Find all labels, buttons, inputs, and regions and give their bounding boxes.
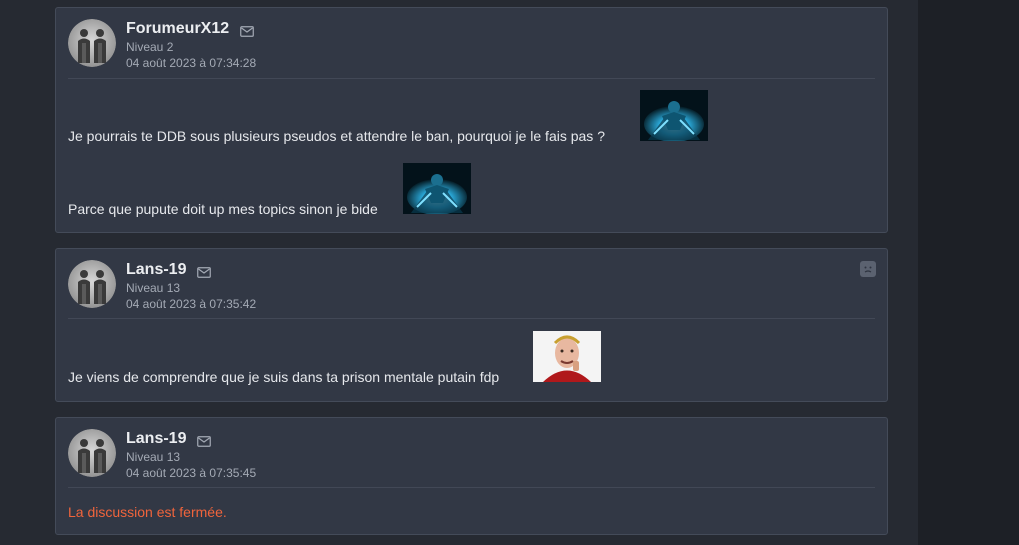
post-text: Parce que pupute doit up mes topics sino… <box>68 201 378 217</box>
user-avatar[interactable] <box>68 260 116 308</box>
username-line: Lans-19 <box>126 429 256 449</box>
avatar-silhouettes-icon <box>68 19 116 67</box>
user-level: Niveau 2 <box>126 40 174 54</box>
post-date[interactable]: 04 août 2023 à 07:35:45 <box>126 465 256 481</box>
avatar-silhouettes-icon <box>68 260 116 308</box>
username[interactable]: ForumeurX12 <box>126 20 229 38</box>
username[interactable]: Lans-19 <box>126 261 186 279</box>
post-divider <box>68 78 875 79</box>
blue-figure-sticker <box>640 90 708 142</box>
username[interactable]: Lans-19 <box>126 430 186 448</box>
post-date[interactable]: 04 août 2023 à 07:35:42 <box>126 296 256 312</box>
post-date[interactable]: 04 août 2023 à 07:34:28 <box>126 55 256 71</box>
avatar-silhouettes-icon <box>68 429 116 477</box>
post-header: Lans-19 Niveau 13 04 août 2023 à 07:35:4… <box>68 429 875 489</box>
user-level: Niveau 13 <box>126 450 181 464</box>
forum-post: Lans-19 Niveau 13 04 août 2023 à 07:35:4… <box>55 417 888 535</box>
laurel-man-sticker <box>533 331 601 382</box>
post-header: ForumeurX12 Niveau 2 04 août 2023 à 07:3… <box>68 19 875 79</box>
username-line: Lans-19 <box>126 260 256 280</box>
report-icon[interactable] <box>860 261 876 277</box>
username-line: ForumeurX12 <box>126 19 256 39</box>
user-avatar[interactable] <box>68 19 116 67</box>
mail-icon[interactable] <box>240 24 254 37</box>
post-header: Lans-19 Niveau 13 04 août 2023 à 07:35:4… <box>68 260 875 320</box>
user-info: Lans-19 Niveau 13 04 août 2023 à 07:35:4… <box>126 260 256 312</box>
post-text: Je viens de comprendre que je suis dans … <box>68 369 500 385</box>
user-info: ForumeurX12 Niveau 2 04 août 2023 à 07:3… <box>126 19 256 71</box>
post-text-line: Je pourrais te DDB sous plusieurs pseudo… <box>68 128 605 144</box>
post-text: Je pourrais te DDB sous plusieurs pseudo… <box>68 128 605 144</box>
post-text-line: Je viens de comprendre que je suis dans … <box>68 369 499 385</box>
post-divider <box>68 318 875 319</box>
mail-icon[interactable] <box>197 265 212 278</box>
topic-page: ForumeurX12 Niveau 2 04 août 2023 à 07:3… <box>0 0 1019 545</box>
post-divider <box>68 487 875 488</box>
user-level: Niveau 13 <box>126 281 181 295</box>
right-sidebar <box>918 0 1019 545</box>
locked-message: La discussion est fermée. <box>68 504 227 520</box>
blue-figure-sticker <box>403 163 471 215</box>
forum-post: Lans-19 Niveau 13 04 août 2023 à 07:35:4… <box>55 248 888 402</box>
user-info: Lans-19 Niveau 13 04 août 2023 à 07:35:4… <box>126 429 256 481</box>
mail-icon[interactable] <box>197 434 212 447</box>
user-avatar[interactable] <box>68 429 116 477</box>
locked-message-line: La discussion est fermée. <box>68 504 227 520</box>
forum-post: ForumeurX12 Niveau 2 04 août 2023 à 07:3… <box>55 7 888 233</box>
post-text-line: Parce que pupute doit up mes topics sino… <box>68 201 378 217</box>
